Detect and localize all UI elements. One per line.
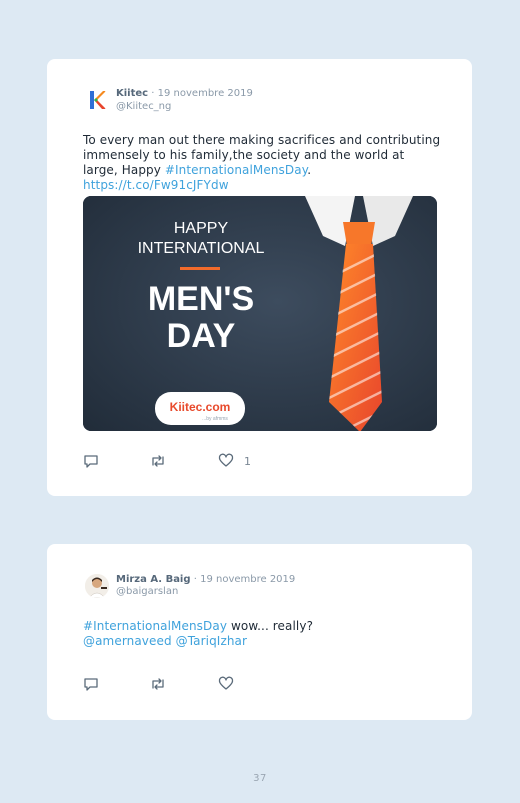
tweet-text: To every man out there making sacrifices… (83, 133, 443, 193)
hashtag-link[interactable]: #InternationalMensDay (165, 163, 307, 177)
heart-icon (218, 453, 234, 467)
mens-day-graphic: HAPPY INTERNATIONAL MEN'S DAY Kiitec.com… (83, 196, 437, 431)
brand-badge-sub: ...by afmms (202, 416, 228, 422)
tweet-date[interactable]: 19 novembre 2019 (158, 88, 253, 99)
graphic-mens: MEN'S (148, 280, 254, 318)
separator: . (307, 163, 312, 177)
author-line: Mirza A. Baig · 19 novembre 2019 (116, 574, 295, 585)
mention-link[interactable]: @amernaveed (83, 634, 172, 648)
tweet-card-2: Mirza A. Baig · 19 novembre 2019 @baigar… (47, 544, 472, 720)
reply-icon (84, 678, 98, 691)
like-button[interactable]: 1 (218, 453, 251, 469)
page-number: 37 (253, 773, 267, 784)
tweet-image[interactable]: HAPPY INTERNATIONAL MEN'S DAY Kiitec.com… (83, 196, 437, 431)
graphic-international: INTERNATIONAL (138, 240, 265, 257)
tweet-body: wow... really? (227, 619, 314, 633)
graphic-divider (180, 267, 220, 270)
graphic-happy: HAPPY (174, 220, 229, 237)
author-handle[interactable]: @baigarslan (116, 586, 178, 597)
author-line: Kiitec · 19 novembre 2019 (116, 88, 253, 99)
user-avatar-icon (85, 574, 109, 598)
author-name[interactable]: Kiitec (116, 88, 148, 99)
author-name[interactable]: Mirza A. Baig (116, 574, 191, 585)
retweet-button[interactable] (149, 453, 167, 469)
retweet-button[interactable] (149, 676, 167, 692)
tweet-url-link[interactable]: https://t.co/Fw91cJFYdw (83, 178, 229, 192)
tweet-date[interactable]: 19 novembre 2019 (200, 574, 295, 585)
reply-button[interactable] (83, 453, 99, 469)
avatar[interactable] (85, 88, 109, 112)
reply-button[interactable] (83, 676, 99, 692)
like-count: 1 (244, 454, 251, 468)
tweet-card-1: Kiitec · 19 novembre 2019 @Kiitec_ng To … (47, 59, 472, 496)
graphic-day: DAY (167, 317, 236, 355)
retweet-icon (152, 455, 164, 467)
kiitec-logo-icon (85, 88, 109, 112)
hashtag-link[interactable]: #InternationalMensDay (83, 619, 227, 633)
mention-link[interactable]: @TariqIzhar (176, 634, 247, 648)
retweet-icon (152, 678, 164, 690)
tweet-text: #InternationalMensDay wow... really? @am… (83, 619, 443, 649)
heart-icon (218, 676, 234, 690)
author-handle[interactable]: @Kiitec_ng (116, 101, 171, 112)
brand-badge-text: Kiitec.com (170, 400, 231, 414)
avatar[interactable] (85, 574, 109, 598)
tie-knot (343, 222, 375, 246)
reply-icon (84, 455, 98, 468)
like-button[interactable] (218, 676, 234, 692)
